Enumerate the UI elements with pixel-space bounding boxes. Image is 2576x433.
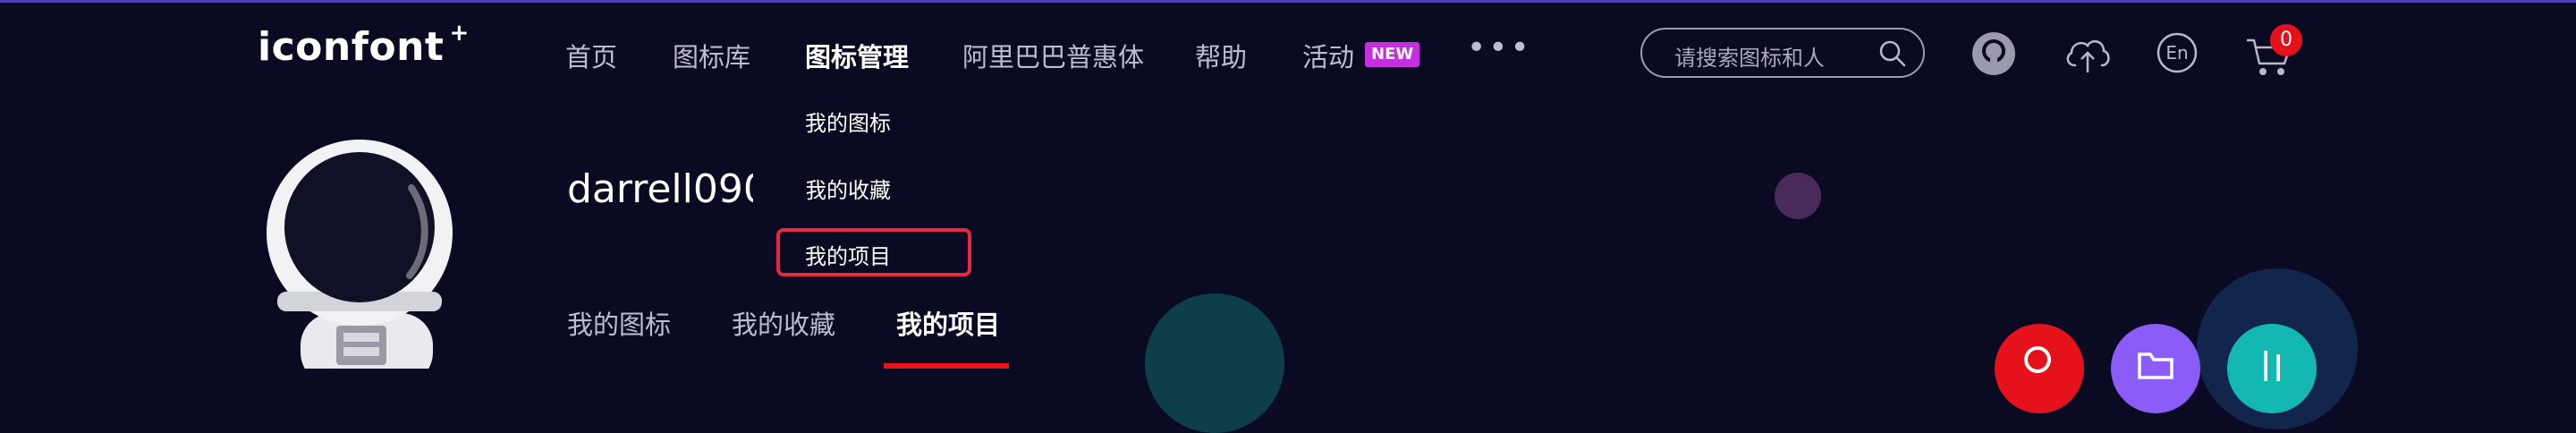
- dropdown-my-projects[interactable]: 我的项目: [805, 239, 891, 270]
- decor-bubble-small: [1775, 173, 1821, 219]
- dropdown-my-icons[interactable]: 我的图标: [805, 106, 891, 137]
- upload-cloud-icon[interactable]: [2063, 31, 2113, 80]
- iconfont-logo[interactable]: iconfont +: [258, 20, 470, 70]
- folder-fab[interactable]: [2111, 324, 2200, 413]
- folder-icon: [2138, 352, 2174, 379]
- logo-mark: +: [449, 20, 470, 47]
- search-input[interactable]: 请搜索图标和人: [1674, 40, 1825, 72]
- nav-item-icon-management[interactable]: 图标管理: [805, 37, 909, 74]
- dropdown-overlay-mask: [753, 157, 807, 220]
- tab-my-projects[interactable]: 我的项目: [896, 304, 1000, 342]
- more-menu-button[interactable]: •••: [1467, 30, 1532, 66]
- tab-my-icons[interactable]: 我的图标: [567, 304, 671, 342]
- top-navbar: iconfont + 首页 图标库 图标管理 阿里巴巴普惠体 帮助 活动 NEW …: [0, 3, 2576, 99]
- dropdown-my-favorites[interactable]: 我的收藏: [805, 173, 891, 204]
- decor-bubble-teal: [1145, 293, 1284, 433]
- cart-count-badge: 0: [2270, 24, 2302, 56]
- avatar[interactable]: [259, 134, 474, 385]
- nav-item-puhuiti[interactable]: 阿里巴巴普惠体: [962, 37, 1144, 74]
- nav-item-home[interactable]: 首页: [565, 37, 617, 74]
- language-label: En: [2165, 42, 2188, 64]
- tab-my-favorites[interactable]: 我的收藏: [732, 304, 835, 342]
- active-tab-indicator: [884, 363, 1009, 369]
- search-icon: [2024, 346, 2051, 373]
- github-icon[interactable]: [1971, 31, 2016, 80]
- nav-item-icon-library[interactable]: 图标库: [673, 37, 750, 74]
- new-badge: NEW: [1365, 42, 1420, 67]
- sort-fab[interactable]: [2227, 324, 2317, 413]
- logo-text: iconfont: [258, 24, 445, 70]
- sort-icon: [2264, 351, 2280, 381]
- nav-item-activity[interactable]: 活动: [1302, 37, 1354, 74]
- language-en-icon[interactable]: En: [2156, 31, 2199, 78]
- nav-item-help[interactable]: 帮助: [1195, 37, 1247, 74]
- search-icon[interactable]: [1878, 39, 1907, 72]
- search-box[interactable]: 请搜索图标和人: [1640, 28, 1925, 78]
- search-fab[interactable]: [1995, 324, 2084, 413]
